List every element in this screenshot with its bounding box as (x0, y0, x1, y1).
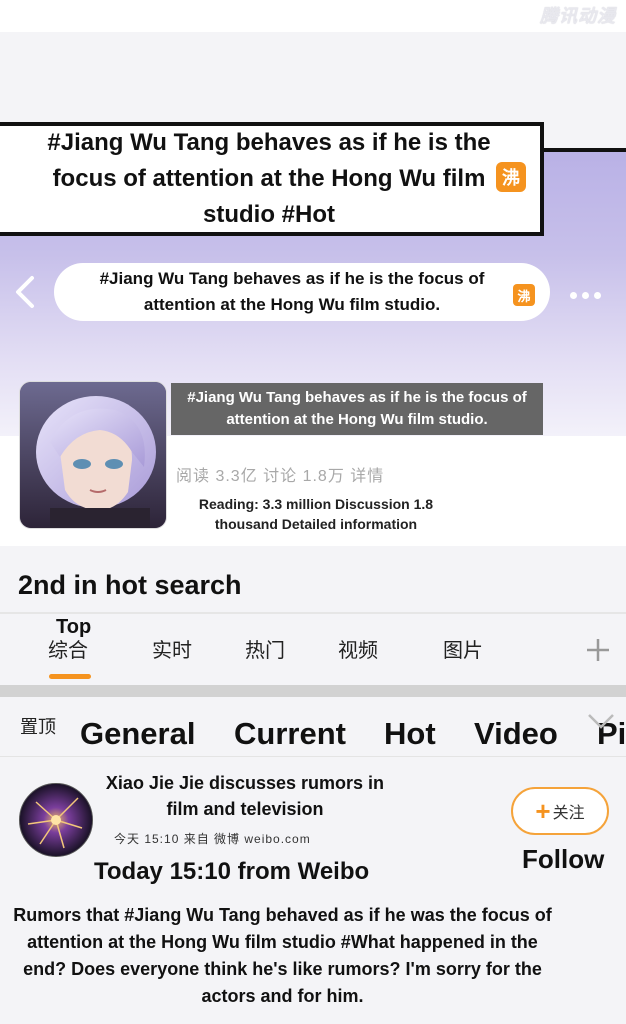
topic-cover-image[interactable] (19, 381, 167, 529)
hot-badge-icon: 沸 (496, 162, 526, 192)
tab-hot[interactable]: 热门 (245, 634, 285, 663)
row-divider (0, 756, 626, 757)
follow-button-label: 关注 (552, 805, 585, 822)
search-query-text: #Jiang Wu Tang behaves as if he is the f… (99, 269, 485, 314)
topic-stats-translation: Reading: 3.3 million Discussion 1.8 thou… (198, 496, 434, 532)
top-caption-box: #Jiang Wu Tang behaves as if he is the f… (0, 122, 544, 236)
pinned-label: 置顶 (20, 717, 56, 737)
avatar[interactable] (19, 783, 93, 857)
hot-badge-small-icon: 沸 (513, 284, 535, 306)
section-separator (0, 685, 626, 697)
active-tab-indicator (49, 674, 91, 679)
hot-search-rank-label: 2nd in hot search (18, 570, 242, 600)
topic-stats-cn[interactable]: 阅读 3.3亿 讨论 1.8万 详情 (176, 462, 384, 486)
back-arrow-icon[interactable] (12, 272, 42, 312)
tab-current[interactable]: 实时 (152, 634, 192, 663)
add-tab-plus-icon[interactable] (584, 636, 612, 664)
tab-video-translation: Video (474, 716, 558, 751)
plus-icon: + (535, 796, 551, 826)
caption-connector-line (544, 148, 626, 152)
tab-pictures[interactable]: 图片 (443, 634, 483, 663)
tabs-divider (0, 612, 626, 614)
tab-hot-translation: Hot (384, 716, 436, 751)
topic-title-text: #Jiang Wu Tang behaves as if he is the f… (187, 389, 527, 428)
follow-button[interactable]: + 关注 (511, 787, 609, 835)
tab-general-translation: General (80, 716, 196, 751)
follow-translation: Follow (522, 844, 605, 874)
top-caption-text: #Jiang Wu Tang behaves as if he is the f… (47, 129, 491, 228)
chevron-down-icon[interactable] (586, 712, 616, 732)
more-options-icon[interactable] (570, 286, 610, 300)
post-body-text: Rumors that #Jiang Wu Tang behaved as if… (13, 905, 552, 1006)
watermark-logo: 腾讯动漫 (540, 6, 616, 26)
search-bar[interactable]: #Jiang Wu Tang behaves as if he is the f… (54, 263, 550, 321)
tab-video[interactable]: 视频 (338, 634, 378, 663)
post-username[interactable]: Xiao Jie Jie discusses rumors in film an… (100, 770, 390, 822)
post-meta: 今天 15:10 来自 微博 weibo.com (114, 832, 311, 846)
tab-current-translation: Current (234, 716, 346, 751)
topic-title-overlay: #Jiang Wu Tang behaves as if he is the f… (171, 383, 543, 435)
post-time-translation: Today 15:10 from Weibo (94, 858, 370, 885)
tab-general[interactable]: 综合 (48, 634, 88, 663)
